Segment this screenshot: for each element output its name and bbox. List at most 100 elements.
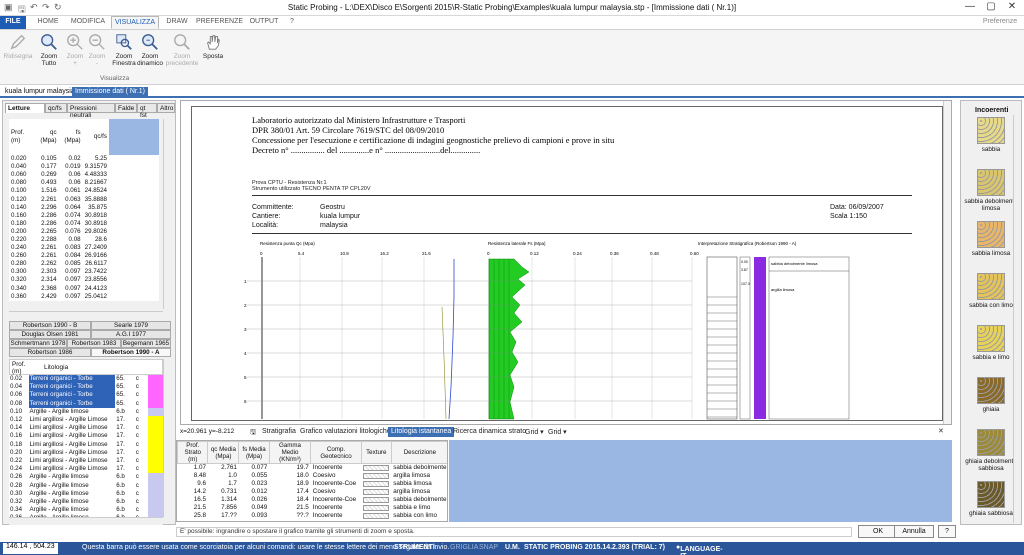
table-cell[interactable]: 2.262 bbox=[34, 260, 59, 268]
table-cell[interactable]: 18.0 bbox=[269, 472, 311, 480]
table-row[interactable]: 0.080 0.493 0.06 8.21667 bbox=[9, 179, 159, 187]
table-cell[interactable]: 2.429 bbox=[34, 293, 59, 301]
table-row[interactable]: 0.100 1.516 0.061 24.8524 bbox=[9, 187, 159, 195]
table-cell[interactable]: 0.049 bbox=[239, 504, 269, 512]
texture-swatch[interactable] bbox=[977, 325, 1005, 352]
table-cell[interactable]: 16.5 bbox=[178, 496, 208, 504]
table-cell[interactable]: 6.b bbox=[115, 498, 135, 506]
tab-agi-1977[interactable]: A.G.I 1977 bbox=[91, 330, 171, 339]
close-icon[interactable]: ✕ bbox=[1002, 1, 1022, 14]
table-cell[interactable]: c bbox=[135, 416, 148, 424]
table-cell[interactable]: Argille - Argille limose bbox=[29, 498, 116, 506]
status-language[interactable]: ● LANGUAGE-IT bbox=[676, 544, 723, 555]
table-cell[interactable]: 0.08 bbox=[59, 236, 83, 244]
table-cell[interactable]: 0.02 bbox=[9, 375, 29, 383]
table-cell[interactable]: 35.8888 bbox=[83, 195, 109, 203]
table-cell[interactable]: 9.6 bbox=[178, 480, 208, 488]
column-header[interactable]: Gamma Medio (KN/m³) bbox=[268, 441, 312, 464]
table-row[interactable]: 0.32 Argille - Argille limose 6.b c bbox=[9, 497, 163, 506]
texture-scrollbar[interactable] bbox=[1013, 115, 1021, 523]
tab-file[interactable]: FILE bbox=[0, 16, 26, 29]
tab-robertson-1990b[interactable]: Robertson 1990 - B bbox=[9, 321, 91, 330]
table-row[interactable]: 0.34 Argille - Argille limose 6.b c bbox=[9, 506, 163, 515]
table-cell[interactable]: 0.360 bbox=[9, 293, 34, 301]
table-cell[interactable]: 1.314 bbox=[208, 496, 239, 504]
table-cell[interactable]: 0.084 bbox=[59, 252, 83, 260]
table-row[interactable]: 21.5 7.856 0.049 21.5 Incoerente sabbia e lim… bbox=[178, 504, 448, 512]
table-cell[interactable]: 0.076 bbox=[59, 228, 83, 236]
table-cell[interactable]: Argille - Argille limose bbox=[29, 473, 116, 481]
tab-draw[interactable]: DRAW bbox=[162, 16, 192, 29]
table-cell[interactable]: 2.314 bbox=[34, 276, 59, 284]
letture-scrollbar[interactable] bbox=[163, 119, 171, 309]
table-cell[interactable]: Coesivo bbox=[311, 472, 361, 480]
table-cell[interactable]: 0.200 bbox=[9, 228, 34, 236]
table-cell[interactable]: 1.516 bbox=[34, 187, 59, 195]
table-row[interactable]: 0.340 2.368 0.097 24.4123 bbox=[9, 285, 159, 293]
table-row[interactable]: 0.28 Argille - Argille limose 6.b c bbox=[9, 481, 163, 490]
table-row[interactable]: 0.160 2.286 0.074 30.8918 bbox=[9, 212, 159, 220]
drawing-area[interactable]: Laboratorio autorizzato dal Ministero In… bbox=[180, 100, 952, 425]
table-cell[interactable]: Incoerente-Coe bbox=[311, 496, 361, 504]
table-cell[interactable]: 0.063 bbox=[59, 195, 83, 203]
table-cell[interactable]: 0.100 bbox=[9, 187, 34, 195]
table-cell[interactable]: 17.?? bbox=[208, 512, 239, 520]
table-cell[interactable]: 0.074 bbox=[59, 212, 83, 220]
table-cell[interactable]: 65. bbox=[115, 375, 135, 383]
table-cell[interactable]: Limi argillosi - Argille Limose bbox=[29, 424, 116, 432]
table-cell[interactable]: 65. bbox=[115, 383, 135, 391]
table-cell[interactable]: c bbox=[135, 457, 148, 465]
table-cell[interactable]: 0.061 bbox=[59, 187, 83, 195]
table-cell[interactable]: 0.04 bbox=[9, 383, 29, 391]
table-cell[interactable]: 17.4 bbox=[269, 488, 311, 496]
table-cell[interactable]: 17. bbox=[115, 457, 135, 465]
table-cell[interactable]: 0.074 bbox=[59, 220, 83, 228]
table-cell[interactable]: ??.? bbox=[269, 512, 311, 520]
status-strumenti[interactable]: STRUMENTI bbox=[394, 544, 435, 551]
table-cell[interactable]: 0.240 bbox=[9, 244, 34, 252]
grid-button-2[interactable]: Grid ▾ bbox=[545, 427, 570, 437]
table-cell[interactable]: Incoerente bbox=[311, 512, 361, 520]
table-cell[interactable]: 0.731 bbox=[208, 488, 239, 496]
column-header[interactable]: Texture bbox=[360, 441, 392, 464]
texture-cell[interactable] bbox=[361, 472, 391, 480]
table-cell[interactable]: argilla limosa bbox=[391, 472, 447, 480]
table-cell[interactable]: Limi argillosi - Argille Limose bbox=[29, 432, 116, 440]
minimize-icon[interactable]: — bbox=[960, 1, 980, 14]
table-cell[interactable]: Incoerente-Coe bbox=[311, 480, 361, 488]
table-cell[interactable]: Argille - Argille limose bbox=[29, 408, 116, 416]
table-cell[interactable]: 27.2409 bbox=[83, 244, 109, 252]
table-cell[interactable]: 0.077 bbox=[239, 464, 269, 473]
table-cell[interactable]: 0.30 bbox=[9, 490, 29, 498]
ridisegna-button[interactable]: Ridisegna bbox=[3, 32, 33, 60]
table-row[interactable]: 0.280 2.262 0.085 26.6117 bbox=[9, 260, 159, 268]
table-cell[interactable]: 29.8026 bbox=[83, 228, 109, 236]
tab-schmertmann[interactable]: Schmertmann 1978 bbox=[9, 339, 67, 348]
table-cell[interactable]: 0.097 bbox=[59, 285, 83, 293]
table-cell[interactable]: Limi argillosi - Argille Limose bbox=[29, 465, 116, 473]
tab-stratigrafia[interactable]: Stratigrafia bbox=[259, 427, 299, 437]
table-cell[interactable]: 2.761 bbox=[208, 464, 239, 473]
table-cell[interactable]: 0.269 bbox=[34, 171, 59, 179]
table-row[interactable]: 0.240 2.261 0.083 27.2409 bbox=[9, 244, 159, 252]
table-cell[interactable]: 8.21667 bbox=[83, 179, 109, 187]
table-cell[interactable]: c bbox=[135, 432, 148, 440]
table-cell[interactable]: 21.5 bbox=[269, 504, 311, 512]
table-cell[interactable]: 2.368 bbox=[34, 285, 59, 293]
zoom-precedente-button[interactable]: Zoom precedente bbox=[164, 32, 200, 67]
tab-robertson-1986[interactable]: Robertson 1986 bbox=[9, 348, 91, 357]
doc-tab-immissione[interactable]: Immissione dati ( Nr.1) bbox=[72, 87, 149, 98]
tab-qcfs[interactable]: qc/fs bbox=[45, 103, 67, 113]
table-row[interactable]: 0.14 Limi argillosi - Argille Limose 17. c bbox=[9, 424, 163, 433]
texture-swatch[interactable] bbox=[977, 221, 1005, 248]
litologia-hscrollbar[interactable] bbox=[9, 517, 163, 525]
table-cell[interactable]: 17. bbox=[115, 432, 135, 440]
table-cell[interactable]: 0.097 bbox=[59, 268, 83, 276]
table-cell[interactable]: 0.020 bbox=[9, 155, 34, 163]
table-cell[interactable]: 0.320 bbox=[9, 276, 34, 284]
table-cell[interactable]: 24.8524 bbox=[83, 187, 109, 195]
table-cell[interactable]: 0.097 bbox=[59, 293, 83, 301]
table-cell[interactable]: c bbox=[135, 481, 148, 489]
table-cell[interactable]: argilla limosa bbox=[391, 488, 447, 496]
table-cell[interactable]: 0.012 bbox=[239, 488, 269, 496]
